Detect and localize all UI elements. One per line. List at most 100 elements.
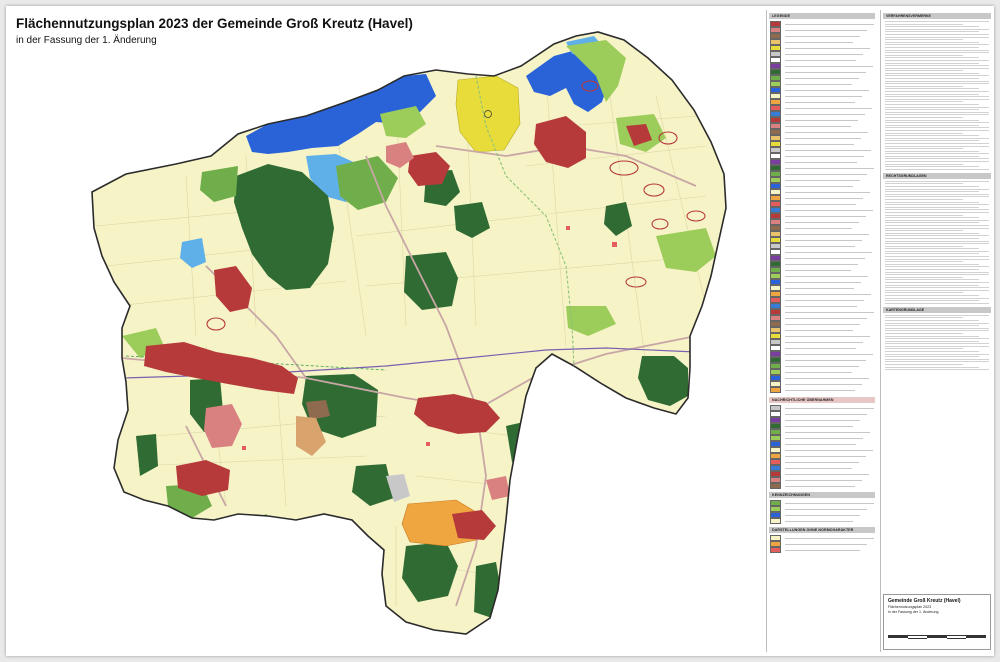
legend-label-line — [785, 353, 873, 355]
legend-label-line — [785, 449, 873, 451]
map-subtitle: in der Fassung der 1. Änderung — [16, 35, 157, 46]
legend-label-line — [785, 173, 867, 175]
note-text-line — [885, 96, 989, 98]
note-text-line — [885, 302, 989, 304]
note-text-line — [885, 276, 963, 278]
legend-section-heading: DARSTELLUNGEN OHNE NORMCHARAKTER — [769, 527, 875, 533]
legend-label-line — [785, 437, 863, 439]
note-text-line — [885, 279, 979, 281]
note-text-line — [885, 57, 979, 59]
legend-panel: LEGENDE NACHRICHTLICHE ÜBERNAHMEN KENNZE… — [766, 10, 877, 652]
note-text-line — [885, 193, 989, 195]
legend-label-line — [785, 161, 857, 163]
note-text-line — [885, 361, 989, 363]
note-text-line — [885, 235, 989, 237]
note-text-line — [885, 345, 989, 347]
note-text-line — [885, 75, 989, 77]
legend-label-line — [785, 239, 862, 241]
legend-label-line — [785, 299, 864, 301]
note-text-line — [885, 132, 963, 134]
note-text-line — [885, 330, 989, 332]
legend-label-line — [785, 329, 853, 331]
note-text-line — [885, 191, 979, 193]
legend-label-line — [785, 185, 853, 187]
legend-label-line — [785, 227, 852, 229]
note-text-line — [885, 314, 989, 316]
note-text-line — [885, 180, 989, 182]
note-text-line — [885, 21, 989, 22]
legend-label-line — [785, 485, 855, 487]
note-text-line — [885, 338, 989, 340]
note-text-line — [885, 274, 989, 276]
legend-items — [767, 21, 877, 393]
note-text-line — [885, 287, 989, 289]
note-text-line — [885, 109, 979, 111]
legend-label-line — [785, 125, 851, 127]
note-text-line — [885, 358, 989, 360]
legend-label-line — [785, 101, 855, 103]
note-text-line — [885, 300, 979, 302]
notes-heading: KARTENGRUNDLAGE — [883, 306, 991, 313]
legend-label-line — [785, 167, 874, 169]
legend-label-line — [785, 311, 874, 313]
legend-label-line — [785, 113, 865, 115]
note-text-line — [885, 335, 979, 337]
title-block-plan: Flächennutzungsplan 2023 — [888, 605, 932, 609]
legend-label-line — [785, 191, 870, 193]
note-text-line — [885, 196, 989, 198]
legend-label-line — [785, 407, 874, 409]
note-text-line — [885, 158, 989, 160]
note-text-line — [885, 348, 963, 350]
note-text-line — [885, 49, 989, 51]
note-text-line — [885, 106, 989, 108]
note-text-line — [885, 114, 989, 116]
note-text-line — [885, 39, 963, 41]
note-text-line — [885, 232, 979, 234]
note-text-line — [885, 150, 979, 152]
note-text-line — [885, 364, 963, 366]
note-text-line — [885, 248, 979, 250]
note-text-line — [885, 44, 989, 46]
legend-label-line — [785, 347, 856, 349]
legend-label-line — [785, 221, 859, 223]
note-text-line — [885, 282, 989, 283]
legend-swatch — [770, 547, 781, 553]
legend-label-line — [785, 365, 859, 367]
legend-label-line — [785, 269, 851, 271]
legend-label-line — [785, 209, 873, 211]
title-block-name: Gemeinde Groß Kreutz (Havel) — [888, 598, 961, 604]
title-block-version: in der Fassung der 1. Änderung — [888, 610, 939, 614]
legend-label-line — [785, 359, 866, 361]
note-text-line — [885, 33, 989, 35]
legend-label-line — [785, 257, 865, 259]
note-text-line — [885, 188, 989, 190]
legend-label-line — [785, 23, 874, 25]
legend-label-line — [785, 233, 869, 235]
note-text-line — [885, 353, 989, 355]
legend-label-line — [785, 341, 863, 343]
note-text-line — [885, 36, 989, 38]
notes-text — [881, 180, 993, 304]
note-text-line — [885, 201, 979, 203]
legend-label-line — [785, 143, 854, 145]
legend-label-line — [785, 197, 863, 199]
note-text-line — [885, 186, 979, 188]
note-text-line — [885, 145, 989, 147]
land-use-map[interactable] — [6, 6, 766, 656]
legend-label-line — [785, 479, 862, 481]
note-text-line — [885, 224, 989, 226]
legend-label-line — [785, 543, 867, 545]
note-text-line — [885, 135, 979, 137]
note-text-line — [885, 199, 963, 200]
note-text-line — [885, 72, 979, 74]
notes-panel: VERFAHRENSVERMERKE RECHTSGRUNDLAGEN KART… — [880, 10, 993, 652]
legend-label-line — [785, 245, 855, 247]
title-block: Gemeinde Groß Kreutz (Havel) Flächennutz… — [883, 594, 991, 650]
note-text-line — [885, 327, 989, 329]
legend-label-line — [785, 413, 867, 415]
note-text-line — [885, 266, 989, 268]
note-text-line — [885, 217, 979, 219]
note-text-line — [885, 119, 979, 121]
note-text-line — [885, 237, 979, 239]
note-text-line — [885, 214, 963, 216]
